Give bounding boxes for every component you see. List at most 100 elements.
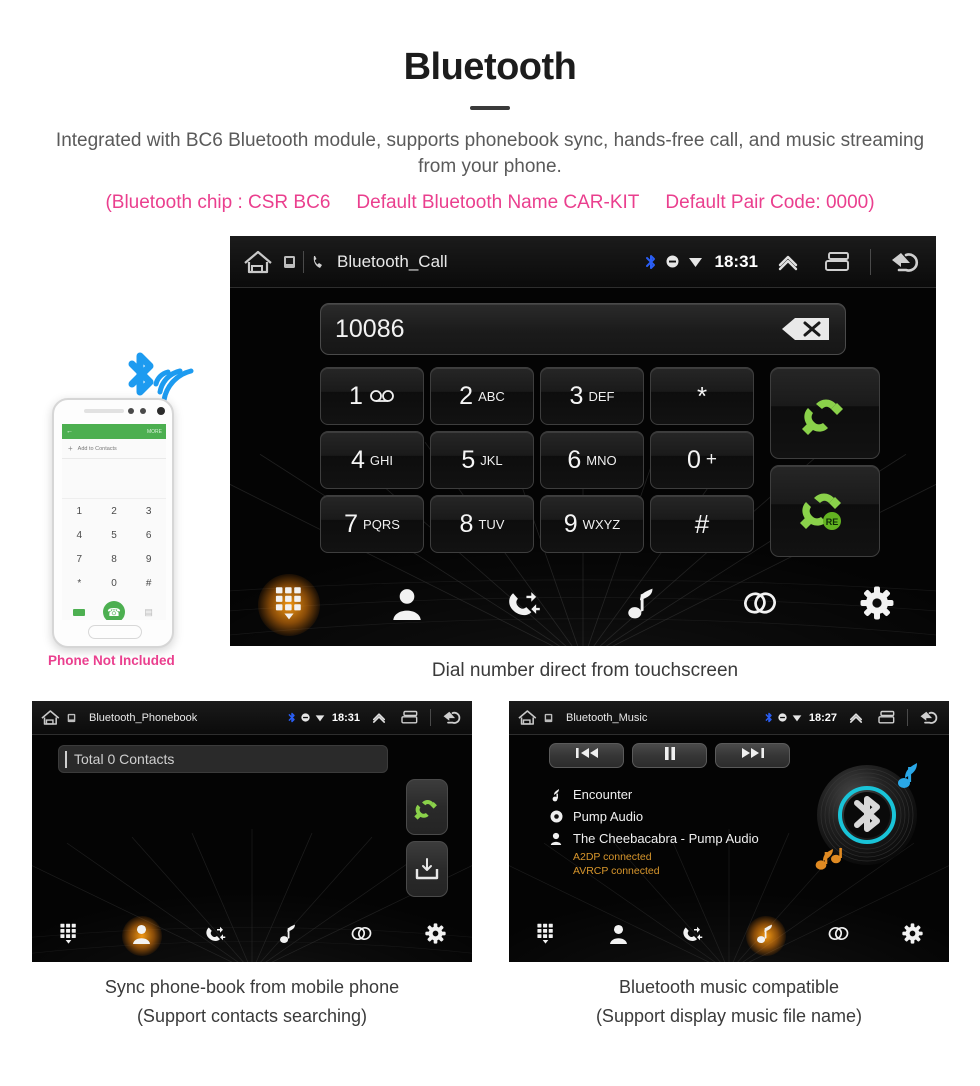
key-0[interactable]: 0 + [650, 431, 754, 489]
nav-music[interactable] [252, 923, 325, 949]
wifi-icon [688, 257, 702, 267]
pause-button[interactable] [632, 743, 707, 768]
phone-key-6[interactable]: 6 [131, 523, 166, 547]
call-log-icon [682, 923, 703, 949]
spec-chip: (Bluetooth chip : CSR BC6 [105, 192, 331, 213]
phone-keypad[interactable]: 1 2 3 4 5 6 7 8 9 * 0 # [62, 499, 166, 595]
phone-key-8[interactable]: 8 [97, 547, 132, 571]
recent-apps-icon[interactable] [400, 710, 420, 725]
next-button[interactable] [715, 743, 790, 768]
phone-key-2[interactable]: 2 [97, 499, 132, 523]
pause-icon [662, 746, 678, 766]
phone-back-icon[interactable]: ← [66, 428, 73, 435]
key-3[interactable]: 3 DEF [540, 367, 644, 425]
phone-add-contact-row[interactable]: + Add to Contacts [62, 439, 166, 459]
call-navbar[interactable] [230, 564, 936, 646]
prev-button[interactable] [549, 743, 624, 768]
nav-call-log[interactable] [656, 923, 729, 949]
nav-call-log[interactable] [179, 923, 252, 949]
chevron-up-icon[interactable] [371, 711, 387, 724]
phone-action-row[interactable]: ☎ ▤ [62, 595, 166, 620]
call-button[interactable] [406, 779, 448, 835]
nav-contacts[interactable] [105, 916, 178, 956]
call-status-time: 18:31 [714, 251, 758, 271]
contact-small-icon [547, 832, 565, 845]
nav-settings[interactable] [876, 923, 949, 949]
phone-key-4[interactable]: 4 [62, 523, 97, 547]
nav-link[interactable] [325, 923, 398, 949]
phone-key-3[interactable]: 3 [131, 499, 166, 523]
nav-settings[interactable] [399, 923, 472, 949]
recent-apps-icon[interactable] [877, 710, 897, 725]
home-icon[interactable] [517, 709, 539, 726]
nav-music[interactable] [583, 586, 701, 625]
key-9[interactable]: 9 WXYZ [540, 495, 644, 553]
key-5[interactable]: 5 JKL [430, 431, 534, 489]
call-statusbar: Bluetooth_Call 18:31 [230, 236, 936, 288]
key-1[interactable]: 1 [320, 367, 424, 425]
nav-dialpad[interactable] [509, 923, 582, 949]
phone-key-7[interactable]: 7 [62, 547, 97, 571]
a2dp-status: A2DP connected [573, 851, 652, 863]
bluetooth-music-screen: Bluetooth_Music 18:27 Encounter Pump Aud… [509, 701, 949, 962]
key-9-letters: WXYZ [582, 516, 621, 532]
call-handset-icon [802, 399, 843, 435]
chevron-up-icon[interactable] [776, 252, 800, 272]
key-2[interactable]: 2 ABC [430, 367, 534, 425]
nav-link[interactable] [802, 923, 875, 949]
key-7[interactable]: 7 PQRS [320, 495, 424, 553]
nav-link[interactable] [701, 586, 819, 625]
nav-contacts[interactable] [582, 923, 655, 949]
key-6[interactable]: 6 MNO [540, 431, 644, 489]
home-icon[interactable] [242, 249, 276, 275]
key-hash[interactable]: # [650, 495, 754, 553]
key-4[interactable]: 4 GHI [320, 431, 424, 489]
mute-icon [666, 255, 679, 268]
call-action-column[interactable]: RE [770, 367, 880, 557]
phone-home-button[interactable] [88, 625, 142, 639]
music-navbar[interactable] [509, 910, 949, 962]
nav-call-log[interactable] [465, 586, 583, 625]
phonebook-navbar[interactable] [32, 910, 472, 962]
phone-key-1[interactable]: 1 [62, 499, 97, 523]
phone-body: ← MORE + Add to Contacts 1 2 3 4 5 6 7 8 9 * 0 # ☎ … [52, 398, 174, 648]
phonebook-stage: Total 0 Contacts [32, 735, 472, 962]
key-4-digit: 4 [350, 445, 365, 474]
redial-button[interactable]: RE [770, 465, 880, 557]
phone-appbar: ← MORE [62, 424, 166, 439]
recent-apps-icon[interactable] [823, 251, 853, 273]
phone-key-0[interactable]: 0 [97, 571, 132, 595]
key-star[interactable]: * [650, 367, 754, 425]
nav-settings[interactable] [818, 586, 936, 625]
phone-key-#[interactable]: # [131, 571, 166, 595]
phone-more-label[interactable]: MORE [147, 429, 162, 435]
home-icon[interactable] [40, 709, 62, 726]
back-icon[interactable] [441, 709, 464, 726]
key-8[interactable]: 8 TUV [430, 495, 534, 553]
nav-contacts[interactable] [348, 586, 466, 625]
music-transport-controls[interactable] [549, 743, 790, 768]
back-icon[interactable] [888, 249, 924, 275]
music-caption-line1: Bluetooth music compatible [618, 977, 840, 997]
statusbar-divider-2 [870, 248, 871, 275]
phone-keypad-toggle-icon[interactable]: ▤ [144, 607, 153, 618]
nav-dialpad[interactable] [230, 574, 348, 636]
phone-backspace-icon[interactable] [73, 608, 86, 616]
dial-number-field[interactable]: 10086 [320, 303, 846, 355]
chevron-up-icon[interactable] [848, 711, 864, 724]
download-contacts-button[interactable] [406, 841, 448, 897]
nav-music[interactable] [729, 916, 802, 956]
phone-key-5[interactable]: 5 [97, 523, 132, 547]
nav-dialpad[interactable] [32, 923, 105, 949]
contacts-count-text: Total 0 Contacts [74, 751, 175, 767]
backspace-icon[interactable] [779, 314, 831, 344]
dialpad[interactable]: 1 2 ABC 3 DEF * 4 GHI 5 JKL 6 MNO 0 + 7 PQRS 8 TUV 9 WXYZ # [320, 367, 762, 557]
music-caption-line2: (Support display music file name) [595, 1005, 863, 1026]
text-caret [65, 750, 67, 768]
phone-key-9[interactable]: 9 [131, 547, 166, 571]
call-button[interactable] [770, 367, 880, 459]
back-icon[interactable] [918, 709, 941, 726]
phone-call-button[interactable]: ☎ [102, 601, 125, 620]
phone-key-*[interactable]: * [62, 571, 97, 595]
contacts-search-field[interactable]: Total 0 Contacts [58, 745, 388, 773]
